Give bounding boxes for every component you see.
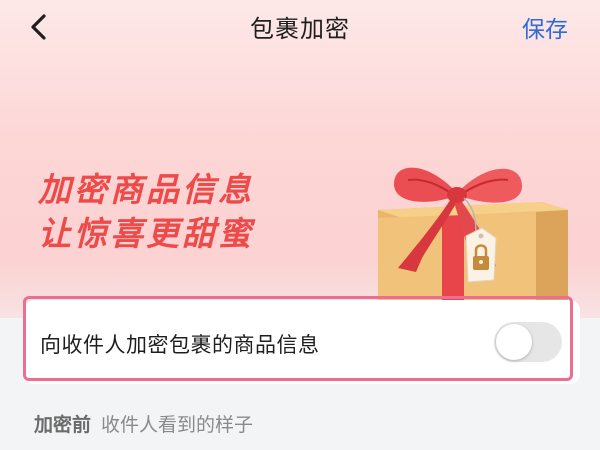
encrypt-setting-label: 向收件人加密包裹的商品信息 [40, 333, 320, 357]
save-button[interactable]: 保存 [522, 10, 568, 44]
slogan-line-1: 加密商品信息 [38, 170, 254, 209]
section-title: 加密前 [34, 414, 92, 436]
gift-box-illustration [378, 167, 568, 308]
page: 包裹加密 保存 加密商品信息 让惊喜更甜蜜 向收件人加密包裹的商品信息 加密前 … [0, 0, 600, 450]
promo-slogan: 加密商品信息 让惊喜更甜蜜 [38, 168, 254, 256]
nav-bar: 包裹加密 保存 [0, 0, 600, 52]
encrypt-toggle[interactable] [494, 322, 562, 362]
toggle-knob [496, 324, 532, 360]
section-subtitle: 收件人看到的样子 [101, 414, 254, 436]
encrypt-setting-card: 向收件人加密包裹的商品信息 [24, 300, 580, 384]
page-title: 包裹加密 [250, 15, 350, 43]
slogan-line-2: 让惊喜更甜蜜 [38, 214, 254, 253]
section-heading: 加密前 收件人看到的样子 [34, 410, 253, 437]
